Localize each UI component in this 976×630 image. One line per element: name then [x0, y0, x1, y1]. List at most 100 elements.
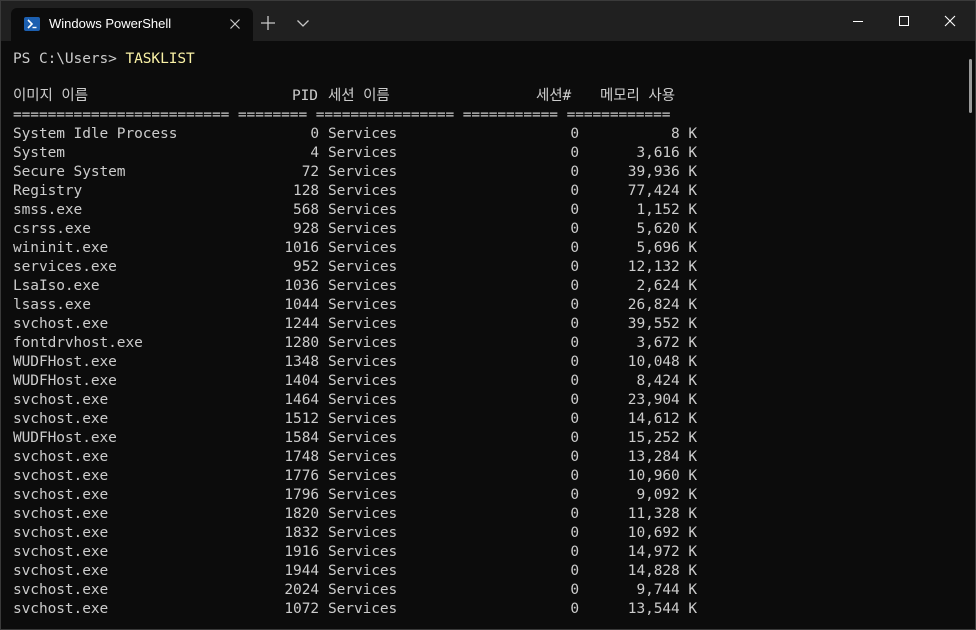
process-name: svchost.exe — [13, 563, 109, 579]
terminal-output[interactable]: PS C:\Users> TASKLIST 이미지 이름 PID 세션 이름 세… — [1, 41, 965, 629]
process-pid: 1072 — [284, 601, 319, 617]
process-session-number: 0 — [570, 278, 579, 294]
process-pid: 1776 — [284, 468, 319, 484]
process-session-name: Services — [328, 354, 398, 370]
table-row: System 4 Services 0 3,616 K — [13, 144, 703, 163]
process-pid: 1584 — [284, 430, 319, 446]
process-name: Registry — [13, 183, 83, 199]
process-memory-usage: 12,132 K — [627, 259, 697, 275]
process-session-name: Services — [328, 468, 398, 484]
process-pid: 1832 — [284, 525, 319, 541]
process-session-number: 0 — [570, 240, 579, 256]
process-memory-usage: 8 K — [671, 126, 697, 142]
process-session-number: 0 — [570, 126, 579, 142]
process-name: wininit.exe — [13, 240, 109, 256]
process-name: svchost.exe — [13, 487, 109, 503]
process-name: Secure System — [13, 164, 126, 180]
chevron-down-icon[interactable] — [295, 15, 311, 31]
table-row: svchost.exe 1244 Services 0 39,552 K — [13, 315, 703, 334]
table-row: services.exe 952 Services 0 12,132 K — [13, 258, 703, 277]
process-session-name: Services — [328, 487, 398, 503]
process-name: LsaIso.exe — [13, 278, 100, 294]
title-bar[interactable]: Windows PowerShell — [1, 1, 975, 41]
minimize-button[interactable] — [835, 1, 881, 41]
process-memory-usage: 13,284 K — [627, 449, 697, 465]
process-pid: 1244 — [284, 316, 319, 332]
process-memory-usage: 77,424 K — [627, 183, 697, 199]
process-name: svchost.exe — [13, 544, 109, 560]
process-name: svchost.exe — [13, 582, 109, 598]
process-memory-usage: 39,936 K — [627, 164, 697, 180]
process-name: svchost.exe — [13, 449, 109, 465]
powershell-icon — [24, 17, 40, 31]
process-pid: 1748 — [284, 449, 319, 465]
process-name: fontdrvhost.exe — [13, 335, 143, 351]
close-tab-icon[interactable] — [227, 16, 243, 32]
process-memory-usage: 8,424 K — [636, 373, 697, 389]
process-session-number: 0 — [570, 411, 579, 427]
process-session-name: Services — [328, 126, 398, 142]
process-pid: 1820 — [284, 506, 319, 522]
vertical-scrollbar[interactable] — [965, 41, 975, 629]
process-session-number: 0 — [570, 202, 579, 218]
process-name: svchost.exe — [13, 411, 109, 427]
table-row: Registry 128 Services 0 77,424 K — [13, 182, 703, 201]
process-pid: 1916 — [284, 544, 319, 560]
command-text: TASKLIST — [125, 51, 195, 67]
scrollbar-thumb[interactable] — [969, 59, 972, 113]
new-tab-plus-icon[interactable] — [259, 14, 277, 32]
process-session-number: 0 — [570, 183, 579, 199]
process-session-name: Services — [328, 164, 398, 180]
process-name: svchost.exe — [13, 601, 109, 617]
process-memory-usage: 10,692 K — [627, 525, 697, 541]
process-session-number: 0 — [570, 145, 579, 161]
process-memory-usage: 10,960 K — [627, 468, 697, 484]
table-row: svchost.exe 1944 Services 0 14,828 K — [13, 562, 703, 581]
table-row: csrss.exe 928 Services 0 5,620 K — [13, 220, 703, 239]
process-session-name: Services — [328, 506, 398, 522]
header-memory-usage: 메모리 사용 — [600, 88, 675, 104]
table-row: WUDFHost.exe 1404 Services 0 8,424 K — [13, 372, 703, 391]
table-row: WUDFHost.exe 1348 Services 0 10,048 K — [13, 353, 703, 372]
process-pid: 1464 — [284, 392, 319, 408]
process-pid: 2024 — [284, 582, 319, 598]
table-separator: ========================= ======== =====… — [13, 107, 671, 123]
process-session-name: Services — [328, 259, 398, 275]
maximize-button[interactable] — [881, 1, 927, 41]
process-session-number: 0 — [570, 430, 579, 446]
process-name: System Idle Process — [13, 126, 178, 142]
process-memory-usage: 9,092 K — [636, 487, 697, 503]
tab-windows-powershell[interactable]: Windows PowerShell — [11, 8, 253, 41]
process-memory-usage: 3,672 K — [636, 335, 697, 351]
process-session-name: Services — [328, 145, 398, 161]
process-name: csrss.exe — [13, 221, 91, 237]
table-row: svchost.exe 1072 Services 0 13,544 K — [13, 600, 703, 619]
table-row: lsass.exe 1044 Services 0 26,824 K — [13, 296, 703, 315]
process-pid: 1280 — [284, 335, 319, 351]
process-session-name: Services — [328, 240, 398, 256]
process-memory-usage: 10,048 K — [627, 354, 697, 370]
table-row: smss.exe 568 Services 0 1,152 K — [13, 201, 703, 220]
process-session-number: 0 — [570, 335, 579, 351]
process-name: WUDFHost.exe — [13, 430, 117, 446]
process-session-number: 0 — [570, 164, 579, 180]
close-window-button[interactable] — [927, 1, 973, 41]
process-session-number: 0 — [570, 544, 579, 560]
process-name: svchost.exe — [13, 392, 109, 408]
process-session-name: Services — [328, 525, 398, 541]
process-memory-usage: 15,252 K — [627, 430, 697, 446]
table-row: System Idle Process 0 Services 0 8 K — [13, 125, 703, 144]
process-memory-usage: 1,152 K — [636, 202, 697, 218]
table-row: svchost.exe 1832 Services 0 10,692 K — [13, 524, 703, 543]
process-name: lsass.exe — [13, 297, 91, 313]
process-session-number: 0 — [570, 487, 579, 503]
process-pid: 0 — [310, 126, 319, 142]
process-session-name: Services — [328, 202, 398, 218]
process-session-number: 0 — [570, 525, 579, 541]
process-session-number: 0 — [570, 259, 579, 275]
process-session-number: 0 — [570, 373, 579, 389]
process-session-name: Services — [328, 373, 398, 389]
process-session-name: Services — [328, 335, 398, 351]
process-session-name: Services — [328, 278, 398, 294]
terminal-window: Windows PowerShell PS C:\Users> TASKLIST… — [0, 0, 976, 630]
